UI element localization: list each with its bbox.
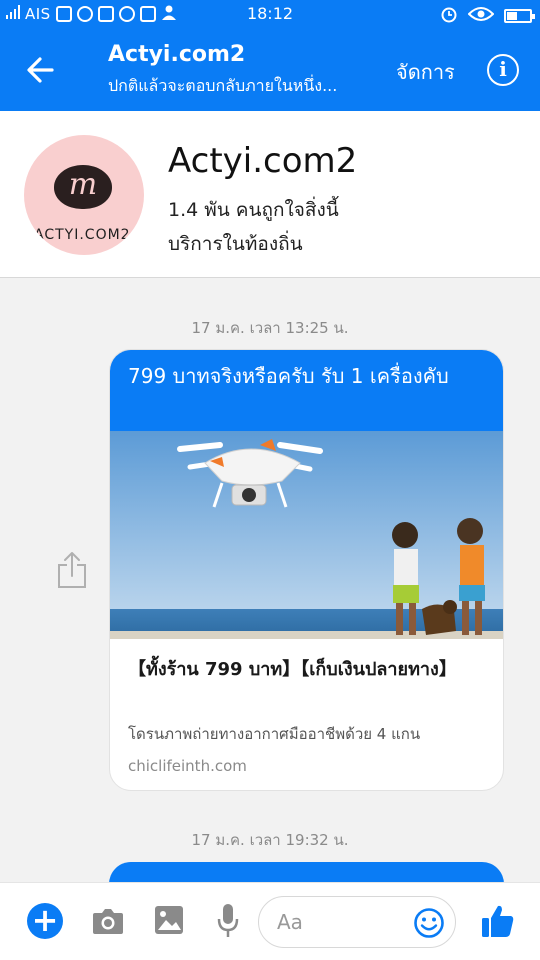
message-timestamp: 17 ม.ค. เวลา 19:32 น. bbox=[191, 831, 349, 849]
status-bar: AIS 18:12 bbox=[0, 0, 540, 28]
manage-button[interactable]: จัดการ bbox=[396, 56, 455, 88]
link-description: โดรนภาพถ่ายทางอากาศมืออาชีพด้วย 4 แกน bbox=[128, 725, 421, 743]
link-message-bubble[interactable]: 799 บาทจริงหรือครับ รับ 1 เครื่องคับ 【ทั… bbox=[109, 349, 504, 791]
arrow-left-icon bbox=[27, 57, 54, 83]
back-button[interactable] bbox=[22, 52, 62, 88]
conversation-header: Actyi.com2 ปกติแล้วจะตอบกลับภายในหนึ่ง..… bbox=[0, 28, 540, 111]
message-timestamp: 17 ม.ค. เวลา 13:25 น. bbox=[191, 319, 349, 337]
avatar-logo-text: ACTYI.COM2 bbox=[34, 227, 131, 243]
battery-icon bbox=[504, 9, 535, 23]
message-text: 799 บาทจริงหรือครับ รับ 1 เครื่องคับ bbox=[110, 350, 503, 431]
battery-level bbox=[507, 12, 517, 20]
response-time-subtitle: ปกติแล้วจะตอบกลับภายในหนึ่ง... bbox=[108, 76, 338, 95]
microphone-icon bbox=[217, 904, 239, 937]
avatar-logo-mark: m bbox=[54, 165, 112, 209]
drone-photo bbox=[110, 431, 503, 639]
page-name[interactable]: Actyi.com2 bbox=[168, 141, 357, 181]
conversation-title[interactable]: Actyi.com2 bbox=[108, 42, 245, 67]
status-bar-right bbox=[440, 5, 535, 27]
link-title: 【ทั้งร้าน 799 บาท】【เก็บเงินปลายทาง】 bbox=[128, 659, 457, 680]
share-icon bbox=[58, 552, 86, 588]
link-domain: chiclifeinth.com bbox=[128, 757, 247, 775]
microphone-button[interactable] bbox=[216, 903, 240, 939]
gallery-button[interactable] bbox=[154, 905, 184, 935]
image-icon bbox=[155, 906, 183, 934]
eye-icon bbox=[467, 6, 495, 26]
camera-icon bbox=[93, 909, 123, 934]
message-composer: + bbox=[0, 882, 540, 960]
emoji-button[interactable] bbox=[413, 907, 445, 939]
page-category: บริการในท้องถิ่น bbox=[168, 233, 303, 255]
thumbs-up-icon bbox=[482, 905, 514, 937]
page-likes: 1.4 พัน คนถูกใจสิ่งนี้ bbox=[168, 199, 339, 221]
plus-icon[interactable]: + bbox=[27, 903, 63, 939]
info-icon[interactable]: i bbox=[487, 54, 519, 86]
link-preview-image[interactable] bbox=[110, 431, 503, 639]
page-profile: m ACTYI.COM2 Actyi.com2 1.4 พัน คนถูกใจส… bbox=[0, 111, 540, 278]
alarm-icon bbox=[440, 5, 458, 27]
camera-button[interactable] bbox=[92, 907, 124, 935]
emoji-icon bbox=[414, 908, 444, 938]
avatar[interactable]: m ACTYI.COM2 bbox=[24, 135, 144, 255]
like-button[interactable] bbox=[480, 903, 516, 939]
share-button[interactable] bbox=[56, 551, 88, 589]
